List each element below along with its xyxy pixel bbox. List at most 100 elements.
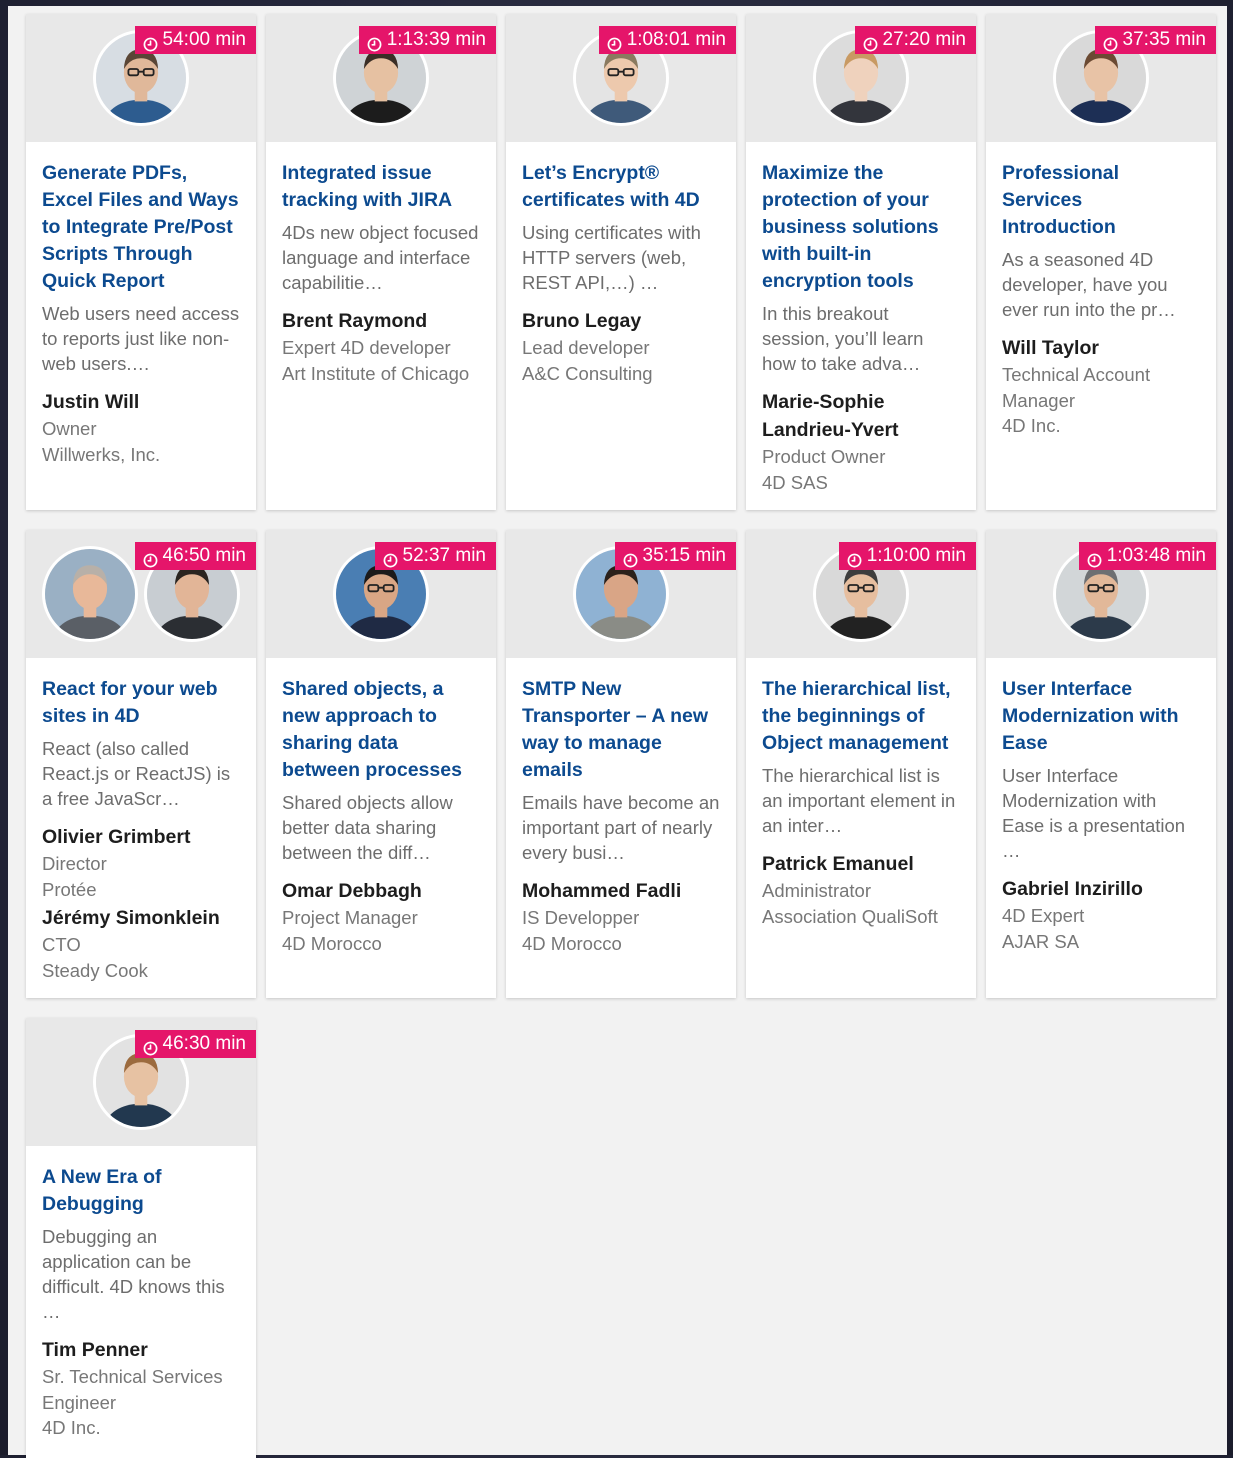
duration-badge: 37:35 min [1094,26,1216,54]
speaker-role: Owner [42,418,97,439]
session-title-link[interactable]: A New Era of Debugging [42,1164,240,1218]
session-card[interactable]: 46:50 min React for your web sites in 4D R… [26,530,256,998]
session-title-link[interactable]: User Interface Modernization with Ease [1002,676,1200,757]
speaker-name: Gabriel Inzirillo [1002,878,1143,900]
speaker-organization: Art Institute of Chicago [282,362,470,384]
speaker: Will Taylor Technical Account Manager 4D I… [1002,334,1200,439]
card-header: 35:15 min [506,530,736,658]
session-card[interactable]: 27:20 min Maximize the protection of your… [746,14,976,510]
card-body: A New Era of Debugging Debugging an appli… [26,1146,256,1453]
speaker-name: Bruno Legay [522,310,642,332]
speaker-organization: Steady Cook [42,959,148,981]
clock-icon [863,33,878,51]
card-body: Let’s Encrypt® certificates with 4D Using… [506,142,736,398]
duration-text: 37:35 min [1122,29,1206,50]
speaker-organization: 4D Inc. [42,1417,101,1438]
speaker: Bruno Legay Lead developer A&C Consulting [522,307,720,386]
session-description: Debugging an application can be difficul… [42,1226,225,1322]
session-title-link[interactable]: The hierarchical list, the beginnings of… [762,676,960,757]
session-title-link[interactable]: React for your web sites in 4D [42,676,240,730]
speaker-organization: 4D Inc. [1002,415,1061,436]
duration-text: 1:08:01 min [626,29,726,50]
card-header: 1:08:01 min [506,14,736,142]
clock-icon [1103,33,1118,51]
duration-badge: 35:15 min [614,542,736,570]
speaker-role: IS Developper [522,907,640,928]
duration-badge: 46:30 min [134,1030,256,1058]
speaker: Olivier Grimbert Director Protée [42,823,240,902]
session-description: In this breakout session, you’ll learn h… [762,303,924,374]
duration-badge: 1:13:39 min [358,26,496,54]
session-card[interactable]: 1:08:01 min Let’s Encrypt® certificates w… [506,14,736,510]
session-description: As a seasoned 4D developer, have you eve… [1002,249,1176,320]
session-card[interactable]: 37:35 min Professional Services Introduct… [986,14,1216,510]
session-card[interactable]: 54:00 min Generate PDFs, Excel Files and … [26,14,256,510]
speaker-organization: 4D SAS [762,471,828,493]
speaker: Brent Raymond Expert 4D developer Art Inst… [282,307,480,386]
session-description: Web users need access to reports just li… [42,303,240,374]
speaker-name: Olivier Grimbert [42,826,191,848]
clock-icon [623,549,638,567]
speaker-role: Director [42,853,107,874]
session-title-link[interactable]: Maximize the protection of your business… [762,160,960,295]
speaker-organization: 4D Morocco [522,932,622,954]
speaker-role: Project Manager [282,907,418,928]
card-body: React for your web sites in 4D React (als… [26,658,256,995]
duration-text: 46:30 min [162,1033,246,1054]
session-card[interactable]: 1:03:48 min User Interface Modernization … [986,530,1216,998]
speaker: Omar Debbagh Project Manager 4D Morocco [282,877,480,956]
session-description: React (also called React.js or ReactJS) … [42,738,231,809]
card-header: 46:30 min [26,1018,256,1146]
speaker-role: Sr. Technical Services Engineer [42,1366,223,1413]
session-title-link[interactable]: Generate PDFs, Excel Files and Ways to I… [42,160,240,295]
session-card[interactable]: 1:10:00 min The hierarchical list, the be… [746,530,976,998]
card-body: Integrated issue tracking with JIRA 4Ds n… [266,142,496,398]
duration-text: 27:20 min [882,29,966,50]
card-header: 46:50 min [26,530,256,658]
speaker: Patrick Emanuel Administrator Association … [762,850,960,929]
card-header: 54:00 min [26,14,256,142]
session-title-link[interactable]: SMTP New Transporter – A new way to mana… [522,676,720,784]
session-description: The hierarchical list is an important el… [762,765,956,836]
card-header: 27:20 min [746,14,976,142]
speaker-name: Tim Penner [42,1339,148,1361]
duration-text: 52:37 min [402,545,486,566]
duration-badge: 1:10:00 min [838,542,976,570]
session-title-link[interactable]: Professional Services Introduction [1002,160,1200,241]
duration-badge: 1:03:48 min [1078,542,1216,570]
card-body: Generate PDFs, Excel Files and Ways to I… [26,142,256,479]
speaker: Jérémy Simonklein CTO Steady Cook [42,904,240,983]
session-title-link[interactable]: Shared objects, a new approach to sharin… [282,676,480,784]
speaker: Justin Will Owner Willwerks, Inc. [42,388,240,467]
session-card[interactable]: 1:13:39 min Integrated issue tracking wit… [266,14,496,510]
speaker-role: Lead developer [522,337,650,358]
duration-badge: 54:00 min [134,26,256,54]
card-body: Maximize the protection of your business… [746,142,976,507]
session-card[interactable]: 35:15 min SMTP New Transporter – A new wa… [506,530,736,998]
card-header: 37:35 min [986,14,1216,142]
speaker: Gabriel Inzirillo 4D Expert AJAR SA [1002,875,1200,954]
speaker-organization: AJAR SA [1002,930,1080,952]
card-body: The hierarchical list, the beginnings of… [746,658,976,941]
session-card[interactable]: 46:30 min A New Era of Debugging Debugging… [26,1018,256,1458]
speaker-name: Marie-Sophie Landrieu-Yvert [762,391,899,441]
card-body: Shared objects, a new approach to sharin… [266,658,496,968]
duration-badge: 52:37 min [374,542,496,570]
session-title-link[interactable]: Integrated issue tracking with JIRA [282,160,480,214]
clock-icon [143,33,158,51]
clock-icon [1087,549,1102,567]
clock-icon [383,549,398,567]
clock-icon [143,1037,158,1055]
card-header: 1:03:48 min [986,530,1216,658]
speaker-organization: A&C Consulting [522,362,653,384]
speaker-name: Brent Raymond [282,310,428,332]
speaker: Tim Penner Sr. Technical Services Enginee… [42,1336,240,1441]
session-card[interactable]: 52:37 min Shared objects, a new approach … [266,530,496,998]
speaker-organization: Protée [42,878,97,900]
page: 54:00 min Generate PDFs, Excel Files and … [8,6,1227,1458]
card-body: User Interface Modernization with Ease Us… [986,658,1216,966]
speaker-organization: 4D Morocco [282,932,382,954]
duration-badge: 46:50 min [134,542,256,570]
duration-text: 35:15 min [642,545,726,566]
session-title-link[interactable]: Let’s Encrypt® certificates with 4D [522,160,720,214]
